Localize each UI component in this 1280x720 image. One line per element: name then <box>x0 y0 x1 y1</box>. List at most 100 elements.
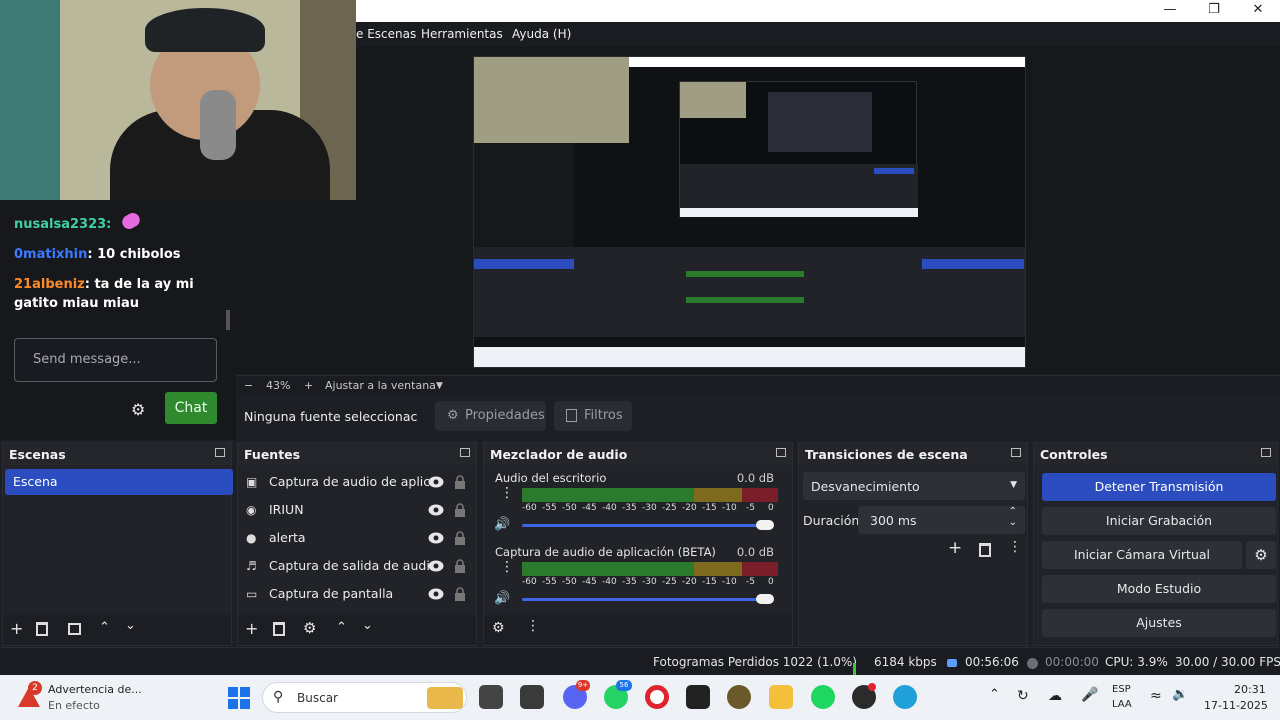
gear-icon: ⚙ <box>447 408 459 423</box>
duration-label: Duración <box>803 513 860 528</box>
close-button[interactable]: ✕ <box>1236 0 1280 22</box>
notification-title[interactable]: Advertencia de... <box>48 683 142 696</box>
kebab-menu-icon[interactable]: ⋮ <box>526 619 540 633</box>
zoom-out-button[interactable]: − <box>244 379 253 392</box>
sync-icon[interactable]: ↻ <box>1017 688 1029 704</box>
gear-icon[interactable]: ⚙ <box>131 400 145 419</box>
eye-icon[interactable] <box>428 588 444 600</box>
filters-button[interactable]: Filtros <box>554 401 632 431</box>
language-primary[interactable]: ESP <box>1112 684 1131 695</box>
scene-item[interactable]: Escena <box>5 469 233 495</box>
chat-input[interactable]: Send message... <box>14 338 217 382</box>
virtual-camera-button[interactable]: Iniciar Cámara Virtual <box>1042 541 1242 569</box>
lock-icon[interactable] <box>454 559 466 573</box>
chevron-down-icon[interactable]: ▼ <box>436 381 443 391</box>
lock-icon[interactable] <box>454 587 466 601</box>
menu-escenas[interactable]: e Escenas <box>356 27 416 41</box>
minimize-button[interactable]: — <box>1148 0 1192 22</box>
float-icon[interactable] <box>776 448 786 457</box>
volume-slider[interactable] <box>522 598 762 601</box>
spotify-icon[interactable] <box>811 685 835 709</box>
add-icon[interactable]: + <box>10 619 23 638</box>
wifi-icon[interactable]: ≈ <box>1150 688 1162 704</box>
duration-input[interactable]: 300 ms ⌃ ⌄ <box>858 506 1025 534</box>
float-icon[interactable] <box>215 448 225 457</box>
volume-knob[interactable] <box>756 520 774 530</box>
start-recording-button[interactable]: Iniciar Grabación <box>1042 507 1276 535</box>
edge-icon[interactable] <box>893 685 917 709</box>
kebab-menu-icon[interactable]: ⋮ <box>500 486 514 500</box>
dock-title: Escenas <box>9 447 66 462</box>
add-icon[interactable]: + <box>245 619 258 638</box>
stop-stream-button[interactable]: Detener Transmisión <box>1042 473 1276 501</box>
eye-icon[interactable] <box>428 476 444 488</box>
properties-button[interactable]: ⚙ Propiedades <box>435 401 546 431</box>
volume-icon[interactable]: 🔉 <box>1172 687 1188 702</box>
menu-ayuda[interactable]: Ayuda (H) <box>512 27 571 41</box>
lock-icon[interactable] <box>454 475 466 489</box>
microphone-icon[interactable]: 🎤 <box>1081 687 1098 703</box>
lock-icon[interactable] <box>454 503 466 517</box>
taskbar-search[interactable]: ⚲ Buscar <box>262 682 467 713</box>
maximize-button[interactable]: ❐ <box>1192 0 1236 22</box>
fit-window-label[interactable]: Ajustar a la ventana <box>325 379 436 392</box>
chevron-up-icon[interactable]: ⌃ <box>336 620 347 635</box>
transitions-dock: Transiciones de escena Desvanecimiento ▼… <box>798 442 1028 646</box>
add-icon[interactable]: + <box>948 538 962 558</box>
kebab-menu-icon[interactable]: ⋮ <box>500 560 514 574</box>
eye-icon[interactable] <box>428 560 444 572</box>
gear-icon[interactable]: ⚙ <box>1246 541 1276 569</box>
source-item[interactable]: ◉ IRIUN <box>244 497 474 523</box>
chat-send-button[interactable]: Chat <box>165 392 217 424</box>
studio-mode-button[interactable]: Modo Estudio <box>1042 575 1276 603</box>
menu-herramientas[interactable]: Herramientas <box>421 27 503 41</box>
volume-knob[interactable] <box>756 594 774 604</box>
chevron-down-icon[interactable]: ⌄ <box>125 618 136 633</box>
lock-icon[interactable] <box>454 531 466 545</box>
settings-button[interactable]: Ajustes <box>1042 609 1276 637</box>
nested-chat <box>474 143 574 247</box>
source-item[interactable]: ● alerta <box>244 525 474 551</box>
app-icon[interactable] <box>727 685 751 709</box>
transition-select[interactable]: Desvanecimiento ▼ <box>803 472 1025 500</box>
sources-dock: Fuentes ▣ Captura de audio de aplicac ◉ … <box>237 442 477 646</box>
zoom-level: 43% <box>266 379 291 392</box>
chevron-up-icon[interactable]: ⌃ <box>99 620 110 635</box>
app-icon[interactable] <box>520 685 544 709</box>
chat-scrollbar[interactable] <box>226 310 230 330</box>
speaker-icon[interactable]: 🔊 <box>494 591 510 606</box>
windows-start-icon[interactable] <box>228 687 250 709</box>
gear-icon[interactable]: ⚙ <box>303 619 316 637</box>
trash-icon[interactable] <box>273 622 285 636</box>
chevron-down-icon[interactable]: ⌄ <box>362 618 373 633</box>
chat-message: nusalsa2323: <box>14 210 143 232</box>
app-icon[interactable] <box>686 685 710 709</box>
stepper-down-icon[interactable]: ⌄ <box>1009 517 1017 528</box>
eye-icon[interactable] <box>428 504 444 516</box>
preview-canvas[interactable] <box>473 56 1026 368</box>
opera-icon[interactable] <box>645 685 669 709</box>
float-icon[interactable] <box>460 448 470 457</box>
eye-icon[interactable] <box>428 532 444 544</box>
folder-icon[interactable] <box>769 685 793 709</box>
zoom-in-button[interactable]: + <box>304 379 313 392</box>
clock-time[interactable]: 20:31 <box>1234 683 1266 696</box>
speaker-icon[interactable]: 🔊 <box>494 517 510 532</box>
task-view-icon[interactable] <box>479 685 503 709</box>
monitor-icon: ▭ <box>246 587 258 601</box>
source-item[interactable]: ▭ Captura de pantalla <box>244 581 474 607</box>
trash-icon[interactable] <box>36 622 48 636</box>
trash-icon[interactable] <box>979 543 991 557</box>
filter-icon[interactable] <box>68 623 81 635</box>
chevron-up-icon[interactable]: ⌃ <box>989 687 1000 702</box>
source-item[interactable]: ▣ Captura de audio de aplicac <box>244 469 474 495</box>
source-item[interactable]: ♬ Captura de salida de audio <box>244 553 474 579</box>
volume-slider[interactable] <box>522 524 762 527</box>
whatsapp-badge: 56 <box>616 680 632 691</box>
cloud-icon[interactable]: ☁ <box>1048 688 1062 704</box>
float-icon[interactable] <box>1261 448 1271 457</box>
kebab-menu-icon[interactable]: ⋮ <box>1008 540 1022 554</box>
float-icon[interactable] <box>1011 448 1021 457</box>
stepper-up-icon[interactable]: ⌃ <box>1009 506 1017 517</box>
gear-icon[interactable]: ⚙ <box>492 620 505 636</box>
